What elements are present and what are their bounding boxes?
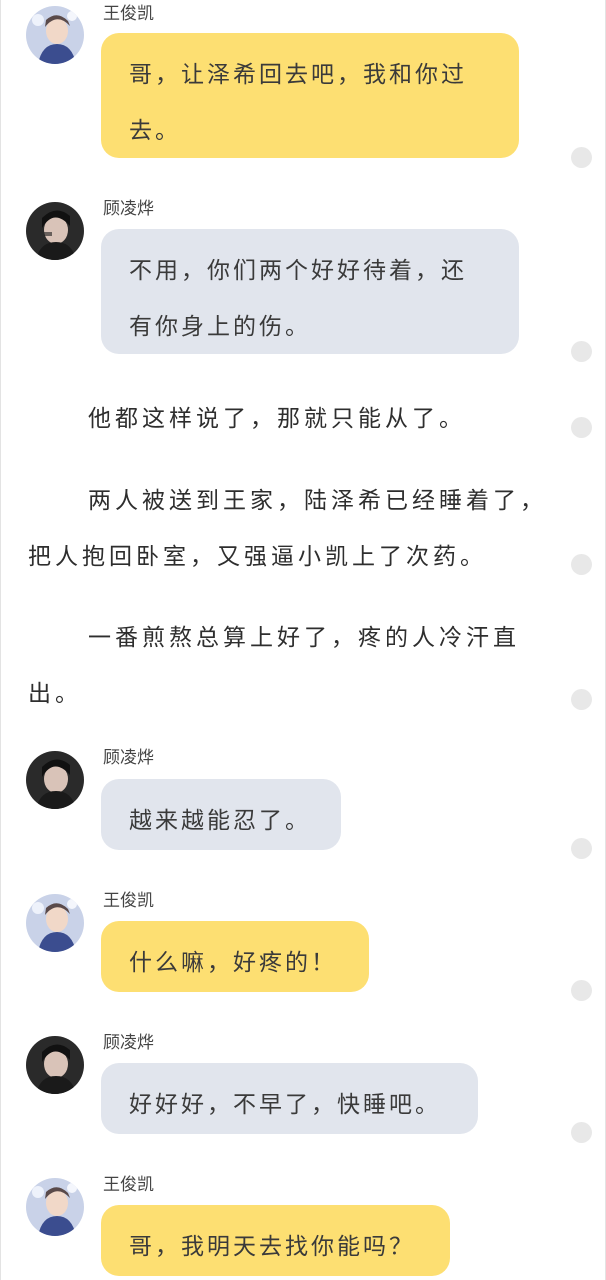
narration-paragraph: 他都这样说了，那就只能从了。	[88, 406, 466, 432]
avatar-wangjunkai[interactable]	[26, 6, 84, 64]
speaker-name: 王俊凯	[103, 4, 154, 24]
avatar-gulingye[interactable]	[26, 202, 84, 260]
speaker-name: 顾凌烨	[103, 1033, 154, 1053]
avatar-wangjunkai[interactable]	[26, 1178, 84, 1236]
chat-bubble[interactable]: 什么嘛，好疼的！	[101, 921, 369, 992]
chat-bubble[interactable]: 越来越能忍了。	[101, 779, 341, 850]
comment-dot[interactable]	[571, 689, 592, 710]
narration-paragraph: 一番煎熬总算上好了，疼的人冷汗直出。	[28, 625, 520, 707]
speaker-name: 王俊凯	[103, 1175, 154, 1195]
comment-dot[interactable]	[571, 147, 592, 168]
chat-bubble[interactable]: 哥，我明天去找你能吗？	[101, 1205, 450, 1276]
avatar-gulingye[interactable]	[26, 1036, 84, 1094]
chat-bubble[interactable]: 不用，你们两个好好待着，还有你身上的伤。	[101, 229, 519, 354]
avatar-gulingye[interactable]	[26, 751, 84, 809]
comment-dot[interactable]	[571, 341, 592, 362]
left-edge-line	[0, 0, 1, 1280]
avatar-wangjunkai[interactable]	[26, 894, 84, 952]
comment-dot[interactable]	[571, 417, 592, 438]
chat-bubble[interactable]: 哥，让泽希回去吧，我和你过去。	[101, 33, 519, 158]
comment-dot[interactable]	[571, 838, 592, 859]
speaker-name: 王俊凯	[103, 891, 154, 911]
speaker-name: 顾凌烨	[103, 199, 154, 219]
comment-dot[interactable]	[571, 1122, 592, 1143]
comment-dot[interactable]	[571, 554, 592, 575]
narration-paragraph: 两人被送到王家，陆泽希已经睡着了，把人抱回卧室，又强逼小凯上了次药。	[28, 488, 547, 570]
comment-dot[interactable]	[571, 980, 592, 1001]
speaker-name: 顾凌烨	[103, 748, 154, 768]
chat-bubble[interactable]: 好好好，不早了，快睡吧。	[101, 1063, 478, 1134]
